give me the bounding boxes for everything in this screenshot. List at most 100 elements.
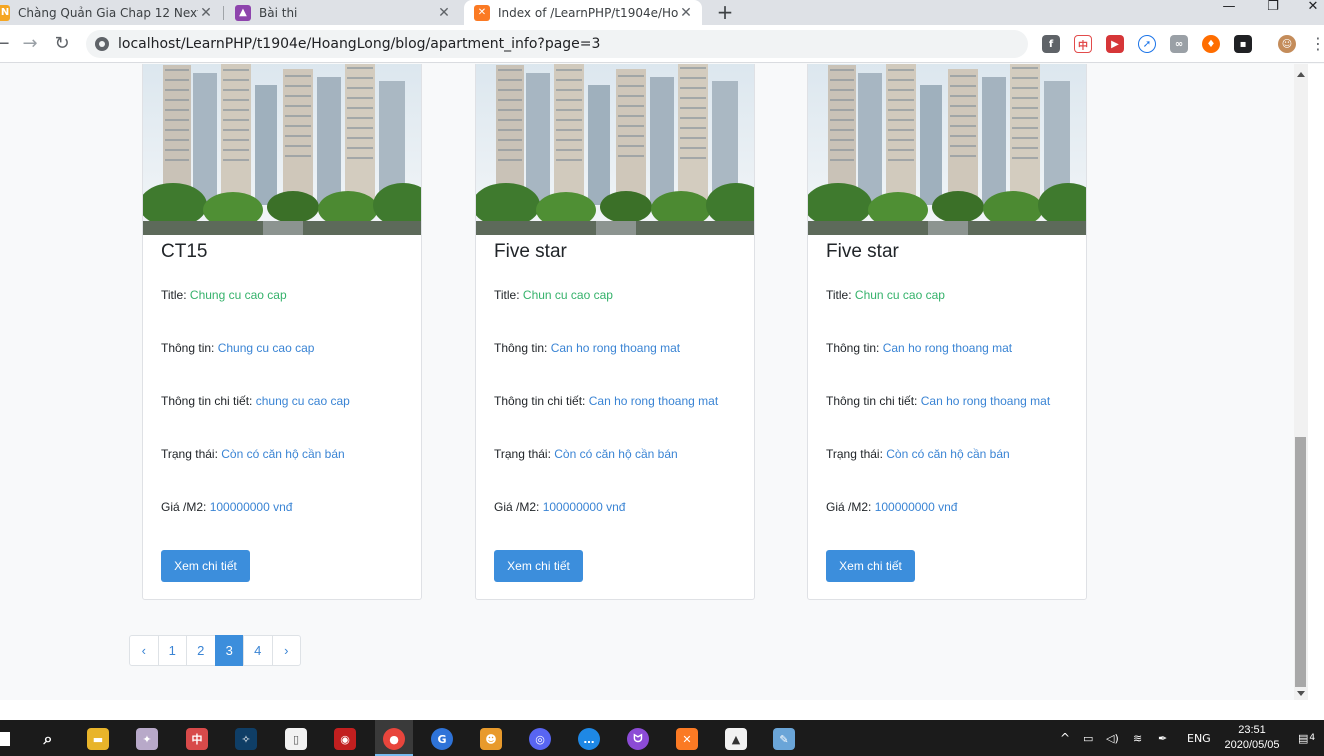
close-tab-icon[interactable]: ✕ xyxy=(678,5,694,21)
scroll-down-icon[interactable] xyxy=(1297,691,1305,696)
browser-g-icon[interactable]: G xyxy=(431,728,453,750)
tab-title: Bài thi xyxy=(259,5,298,20)
vscode-like-icon[interactable]: ✧ xyxy=(235,728,257,750)
tab-title: Chàng Quản Gia Chap 12 Next C xyxy=(18,5,198,20)
xampp-icon: ✕ xyxy=(474,4,490,21)
title-value: Chun cu cao cap xyxy=(522,288,613,302)
tray-chevron-icon[interactable]: ^ xyxy=(1060,720,1070,756)
messenger-extension-icon[interactable]: ➚ xyxy=(1138,35,1156,53)
wifi-icon[interactable]: ≋ xyxy=(1133,720,1142,756)
cat-app-icon[interactable]: ᗢ xyxy=(627,728,649,750)
tab-chang-quan-gia[interactable]: N Chàng Quản Gia Chap 12 Next C ✕ xyxy=(0,0,222,25)
notification-count: 4 xyxy=(1309,733,1316,743)
paint-icon[interactable]: ✎ xyxy=(773,728,795,750)
translate-extension-icon[interactable]: 中 xyxy=(1074,35,1092,53)
detail-label: Thông tin chi tiết: xyxy=(494,394,586,408)
apartment-image xyxy=(808,64,1086,235)
close-tab-icon[interactable]: ✕ xyxy=(436,5,452,21)
notification-center-icon[interactable]: ▤ 4 xyxy=(1298,720,1315,756)
pagination-page-1[interactable]: 1 xyxy=(157,635,187,666)
video-downloader-icon[interactable]: ▶ xyxy=(1106,35,1124,53)
new-tab-button[interactable]: + xyxy=(713,0,737,25)
vr-extension-icon[interactable]: ∞ xyxy=(1170,35,1188,53)
view-details-button[interactable]: Xem chi tiết xyxy=(826,550,915,582)
close-window-button[interactable]: ✕ xyxy=(1302,0,1324,18)
price-field: Giá /M2: 100000000 vnđ xyxy=(826,500,957,514)
file-explorer-icon[interactable]: ▬ xyxy=(87,728,109,750)
apartment-card: Five star Title: Chun cu cao cap Thông t… xyxy=(807,64,1087,600)
tab-strip: N Chàng Quản Gia Chap 12 Next C ✕ ▲ Bài … xyxy=(0,0,1324,25)
site-info-icon[interactable] xyxy=(95,37,109,51)
pagination-page-2[interactable]: 2 xyxy=(186,635,216,666)
minimize-button[interactable]: — xyxy=(1214,0,1244,18)
anime-app-icon[interactable]: ✦ xyxy=(136,728,158,750)
scrollbar-thumb[interactable] xyxy=(1295,437,1306,687)
clock-time: 23:51 xyxy=(1238,724,1266,736)
facebook-extension-icon[interactable]: f xyxy=(1042,35,1060,53)
start-icon[interactable] xyxy=(0,732,10,746)
system-clock[interactable]: 23:51 2020/05/05 xyxy=(1222,723,1282,753)
pagination-page-4[interactable]: 4 xyxy=(243,635,273,666)
page-scrollbar[interactable] xyxy=(1294,64,1308,700)
detail-value: chung cu cao cap xyxy=(255,394,350,408)
fire-extension-icon[interactable]: ♦ xyxy=(1202,35,1220,53)
title-label: Title: xyxy=(826,288,852,302)
info-field: Thông tin: Chung cu cao cap xyxy=(161,341,314,355)
url-text: localhost/LearnPHP/t1904e/HoangLong/blog… xyxy=(118,36,601,52)
search-icon[interactable]: ⌕ xyxy=(37,728,59,750)
status-label: Trạng thái: xyxy=(161,447,218,461)
volume-icon[interactable]: ◁) xyxy=(1106,720,1119,756)
game-avatar-icon[interactable]: ☻ xyxy=(480,728,502,750)
pen-icon[interactable]: ✒ xyxy=(1158,720,1167,756)
classroom-icon: ▲ xyxy=(235,4,251,21)
xampp-taskbar-icon[interactable]: ✕ xyxy=(676,728,698,750)
notepad-icon[interactable]: ▯ xyxy=(285,728,307,750)
tab-bai-thi[interactable]: ▲ Bài thi ✕ xyxy=(228,0,460,25)
price-value: 100000000 vnđ xyxy=(209,500,293,514)
info-field: Thông tin: Can ho rong thoang mat xyxy=(826,341,1012,355)
price-value: 100000000 vnđ xyxy=(874,500,958,514)
back-icon[interactable]: ← xyxy=(0,32,14,56)
detail-label: Thông tin chi tiết: xyxy=(826,394,918,408)
info-label: Thông tin: xyxy=(826,341,880,355)
photos-icon[interactable]: ▲ xyxy=(725,728,747,750)
address-bar[interactable]: localhost/LearnPHP/t1904e/HoangLong/blog… xyxy=(86,30,1028,58)
menu-icon[interactable]: ⋮ xyxy=(1306,32,1324,56)
tab-separator xyxy=(223,6,224,20)
battery-icon[interactable]: ▭ xyxy=(1083,720,1093,756)
pagination-page-3[interactable]: 3 xyxy=(214,635,244,666)
pagination-next[interactable]: › xyxy=(271,635,301,666)
browser-toolbar: ← → ↻ localhost/LearnPHP/t1904e/HoangLon… xyxy=(0,25,1324,63)
status-value: Còn có căn hộ cần bán xyxy=(886,447,1010,461)
info-label: Thông tin: xyxy=(161,341,215,355)
chinese-app-icon[interactable]: 中 xyxy=(186,728,208,750)
reload-icon[interactable]: ↻ xyxy=(50,32,74,56)
detail-field: Thông tin chi tiết: Can ho rong thoang m… xyxy=(826,394,1050,408)
view-details-button[interactable]: Xem chi tiết xyxy=(494,550,583,582)
tab-index-of[interactable]: ✕ Index of /LearnPHP/t1904e/Hoan ✕ xyxy=(464,0,702,25)
title-field: Title: Chun cu cao cap xyxy=(826,288,945,302)
status-field: Trạng thái: Còn có căn hộ cần bán xyxy=(494,447,678,461)
info-value: Can ho rong thoang mat xyxy=(550,341,681,355)
garena-icon[interactable]: ◉ xyxy=(334,728,356,750)
price-field: Giá /M2: 100000000 vnđ xyxy=(494,500,625,514)
discord-icon[interactable]: ◎ xyxy=(529,728,551,750)
apartment-name: Five star xyxy=(494,241,567,262)
view-details-button[interactable]: Xem chi tiết xyxy=(161,550,250,582)
chat-bubble-icon[interactable]: … xyxy=(578,728,600,750)
apartment-name: Five star xyxy=(826,241,899,262)
status-label: Trạng thái: xyxy=(494,447,551,461)
status-label: Trạng thái: xyxy=(826,447,883,461)
price-label: Giá /M2: xyxy=(826,500,872,514)
restore-button[interactable]: ❐ xyxy=(1258,0,1288,18)
close-tab-icon[interactable]: ✕ xyxy=(198,5,214,21)
pagination-prev[interactable]: ‹ xyxy=(129,635,159,666)
language-indicator[interactable]: ENG xyxy=(1187,720,1211,756)
detail-field: Thông tin chi tiết: Can ho rong thoang m… xyxy=(494,394,718,408)
scroll-up-icon[interactable] xyxy=(1297,72,1305,77)
mask-extension-icon[interactable]: ▪ xyxy=(1234,35,1252,53)
info-value: Can ho rong thoang mat xyxy=(882,341,1013,355)
profile-avatar[interactable]: ☺ xyxy=(1278,35,1296,53)
chrome-icon[interactable]: ● xyxy=(383,728,405,750)
forward-icon[interactable]: → xyxy=(18,32,42,56)
